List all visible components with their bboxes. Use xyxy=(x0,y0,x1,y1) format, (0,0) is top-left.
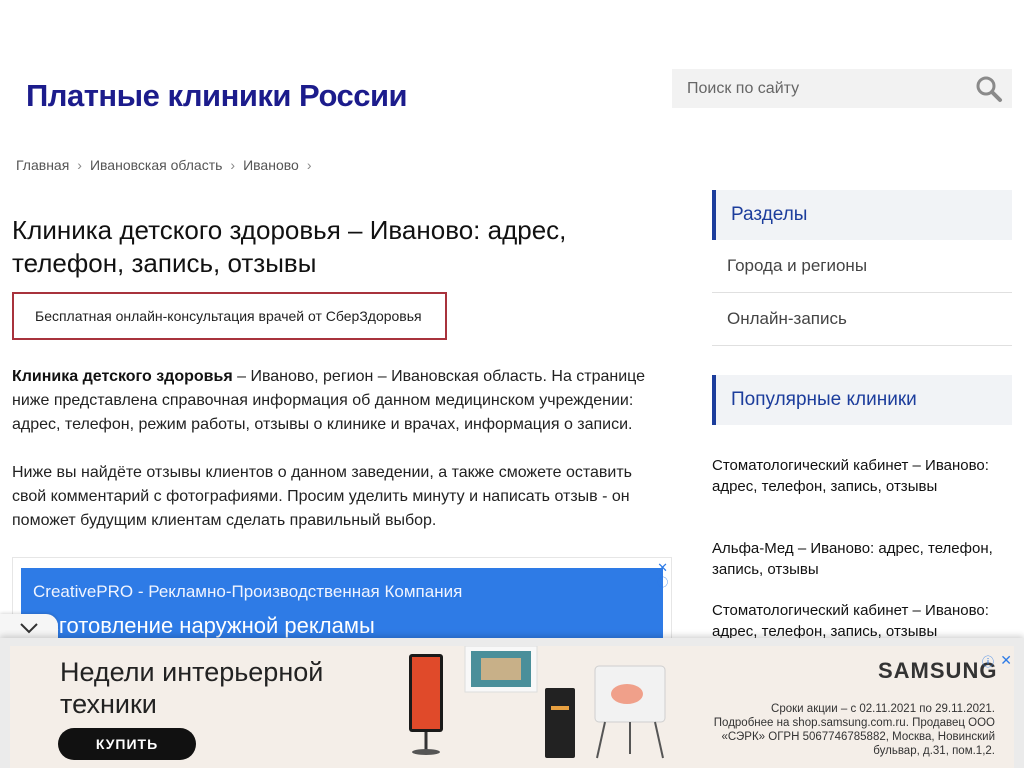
sidebar-item-online-booking[interactable]: Онлайн-запись xyxy=(712,293,1012,346)
popular-clinic-link[interactable]: Стоматологический кабинет – Иваново: адр… xyxy=(712,455,1017,497)
inline-ad[interactable]: CreativePRO - Рекламно-Производственная … xyxy=(12,557,672,647)
sidebar-item-cities[interactable]: Города и регионы xyxy=(712,240,1012,293)
info-icon[interactable]: ⓘ xyxy=(982,653,994,670)
breadcrumb-city[interactable]: Иваново xyxy=(243,157,299,173)
bottom-ad[interactable]: Недели интерьерной техники КУПИТЬ SAMSUN… xyxy=(0,638,1024,768)
breadcrumb-separator: › xyxy=(306,157,312,173)
search-button[interactable] xyxy=(974,74,1004,104)
inline-ad-title[interactable]: CreativePRO - Рекламно-Производственная … xyxy=(33,582,462,602)
clinic-name: Клиника детского здоровья xyxy=(12,368,233,385)
bottom-ad-banner[interactable]: Недели интерьерной техники КУПИТЬ SAMSUN… xyxy=(10,646,1014,768)
intro-paragraph: Клиника детского здоровья – Иваново, рег… xyxy=(12,365,662,437)
site-title[interactable]: Платные клиники России xyxy=(26,78,408,114)
bottom-ad-headline[interactable]: Недели интерьерной техники xyxy=(60,656,380,720)
info-icon[interactable]: ⓘ xyxy=(657,574,668,590)
sidebar-sections-heading: Разделы xyxy=(712,190,1012,240)
search-icon xyxy=(976,76,1002,102)
bottom-ad-legal-text: Сроки акции – с 02.11.2021 по 29.11.2021… xyxy=(713,703,995,757)
page-title: Клиника детского здоровья – Иваново: адр… xyxy=(12,215,567,278)
breadcrumb-separator: › xyxy=(77,157,82,173)
search-input[interactable] xyxy=(672,69,962,108)
tv-products-image xyxy=(409,646,666,759)
free-consultation-button[interactable]: Бесплатная онлайн-консультация врачей от… xyxy=(12,292,447,340)
breadcrumb-separator: › xyxy=(230,157,236,173)
samsung-logo[interactable]: SAMSUNG xyxy=(878,658,997,684)
reviews-paragraph: Ниже вы найдёте отзывы клиентов о данном… xyxy=(12,464,633,529)
breadcrumb-region[interactable]: Ивановская область xyxy=(90,157,222,173)
breadcrumb-home[interactable]: Главная xyxy=(16,157,69,173)
chevron-down-icon xyxy=(20,623,38,634)
sidebar-popular-heading: Популярные клиники xyxy=(712,375,1012,425)
inline-ad-subtitle[interactable]: Изготовление наружной рекламы xyxy=(33,613,375,639)
buy-button[interactable]: КУПИТЬ xyxy=(58,728,196,760)
close-icon[interactable]: ✕ xyxy=(1000,652,1012,669)
popular-clinic-link[interactable]: Стоматологический кабинет – Иваново: адр… xyxy=(712,600,1017,642)
popular-clinic-link[interactable]: Альфа-Мед – Иваново: адрес, телефон, зап… xyxy=(712,538,1017,580)
inline-ad-banner[interactable]: CreativePRO - Рекламно-Производственная … xyxy=(21,568,663,646)
breadcrumb: Главная › Ивановская область › Иваново › xyxy=(16,157,311,173)
search-box xyxy=(672,69,1012,108)
